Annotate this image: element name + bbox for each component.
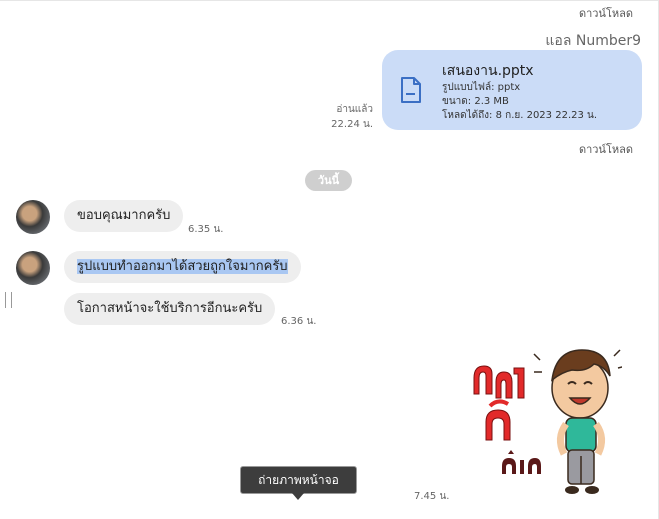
resize-handle[interactable] [5,292,12,308]
avatar[interactable] [16,251,50,285]
message-text-selected: รูปแบบทำออกมาได้สวยถูกใจมากครับ [77,259,288,274]
top-border [0,0,659,1]
message-text: ขอบคุณมากครับ [77,208,171,223]
screenshot-tooltip: ถ่ายภาพหน้าจอ [240,466,357,494]
file-icon [401,77,421,103]
message-time: 22.24 น. [331,119,373,130]
file-format: รูปแบบไฟล์: pptx [442,82,521,93]
message-bubble[interactable]: รูปแบบทำออกมาได้สวยถูกใจมากครับ [64,251,301,283]
read-status: อ่านแล้ว [336,104,373,115]
file-expiry: โหลดได้ถึง: 8 ก.ย. 2023 22.23 น. [442,110,598,121]
avatar[interactable] [16,200,50,234]
message-time: 6.36 น. [281,316,317,327]
file-size: ขนาด: 2.3 MB [442,96,509,107]
message-time: 6.35 น. [188,224,224,235]
file-message-bubble[interactable]: เสนองาน.pptx รูปแบบไฟล์: pptx ขนาด: 2.3 … [382,50,642,130]
date-separator: วันนี้ [305,170,352,191]
message-time: 7.45 น. [414,491,450,502]
download-link[interactable]: ดาวน์โหลด [579,140,633,158]
sticker-image[interactable] [462,338,622,498]
message-bubble[interactable]: โอกาสหน้าจะใช้บริการอีกนะครับ [64,293,276,325]
file-name: เสนองาน.pptx [442,63,534,79]
read-status-block: อ่านแล้ว 22.24 น. [331,102,373,132]
download-link-top[interactable]: ดาวน์โหลด [579,4,633,22]
sender-name: แอล Number9 [545,33,641,49]
message-text: โอกาสหน้าจะใช้บริการอีกนะครับ [77,301,263,316]
tooltip-arrow [292,493,304,500]
message-bubble[interactable]: ขอบคุณมากครับ [64,200,184,232]
